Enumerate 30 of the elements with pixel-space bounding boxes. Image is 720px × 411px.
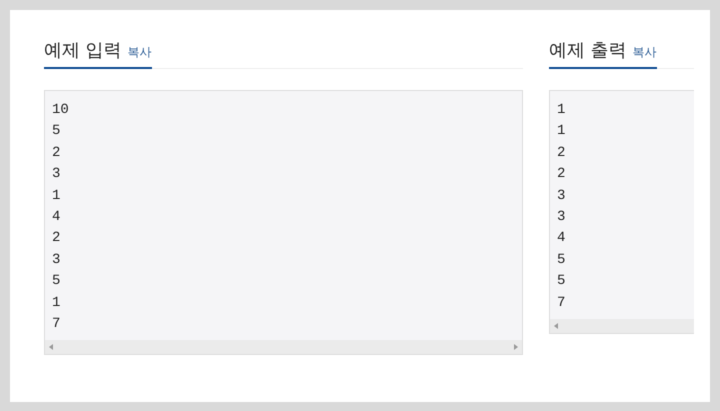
section-title: 예제 입력 [44, 39, 122, 62]
sample-line: 3 [557, 186, 566, 206]
sample-line: 7 [557, 294, 566, 313]
sample-line: 1 [52, 294, 62, 313]
scroll-right-icon[interactable] [514, 344, 518, 350]
scroll-left-icon[interactable] [49, 344, 53, 350]
sample-line: 3 [52, 250, 62, 270]
section-title: 예제 출력 [549, 39, 627, 62]
sample-line: 4 [557, 229, 566, 248]
sample-line: 10 [52, 101, 70, 120]
sample-line: 2 [557, 144, 566, 163]
sample-line: 2 [52, 144, 62, 163]
copy-link[interactable]: 복사 [128, 44, 152, 61]
sample-line: 1 [52, 186, 62, 206]
horizontal-scrollbar[interactable] [45, 340, 522, 354]
sample-line: 1 [557, 101, 566, 120]
sample-line: 3 [52, 165, 62, 184]
sample-line: 7 [52, 315, 62, 334]
horizontal-scrollbar[interactable] [550, 319, 694, 334]
sample-line: 3 [557, 208, 566, 228]
sample-line: 2 [52, 229, 62, 248]
sample-line: 4 [52, 208, 62, 228]
copy-link[interactable]: 복사 [632, 44, 657, 61]
sample-line: 5 [557, 272, 566, 292]
sample-line: 2 [557, 165, 566, 184]
scroll-left-icon[interactable] [554, 323, 558, 330]
sample-line: 5 [52, 272, 62, 292]
sample-line: 5 [52, 122, 62, 142]
sample-line: 1 [557, 122, 566, 142]
sample-line: 5 [557, 250, 566, 270]
